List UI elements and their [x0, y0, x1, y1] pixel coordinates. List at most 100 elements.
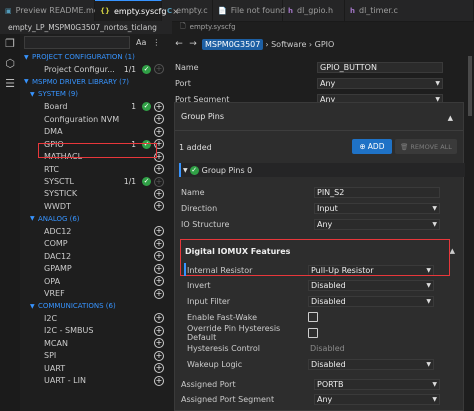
select-field[interactable]: Any ▼ — [314, 218, 440, 230]
select-field[interactable]: Disabled ▼ — [308, 295, 434, 307]
add-icon[interactable]: + — [154, 201, 164, 212]
add-icon[interactable]: + — [154, 226, 164, 237]
add-icon[interactable]: + — [154, 263, 164, 274]
tab-4[interactable]: h dl_gpio.h — [283, 0, 345, 21]
sidebar-item[interactable]: VREF + — [20, 288, 170, 300]
sidebar-item[interactable]: Project Configur... 1/1 ✓ + — [20, 63, 170, 75]
chevron-down-icon: ▼ — [426, 360, 431, 368]
explorer-icon[interactable]: ❐ — [4, 38, 16, 50]
add-icon[interactable]: + — [154, 188, 164, 199]
sidebar-category[interactable]: ▼ PROJECT CONFIGURATION (1) — [20, 51, 170, 63]
sidebar-item[interactable]: SPI + — [20, 350, 170, 362]
more-icon[interactable]: ⋮ — [152, 38, 160, 47]
field-row: Assigned Port Segment Any ▼ — [175, 392, 474, 406]
chevron-down-icon: ▼ — [426, 297, 431, 305]
add-icon[interactable]: + — [154, 64, 164, 75]
group-pin-instance[interactable]: ▼ ✓ Group Pins 0 — [179, 163, 465, 177]
project-path: empty_LP_MSPM0G3507_nortos_ticlang — [0, 21, 172, 34]
select-field[interactable]: Disabled ▼ — [308, 280, 434, 292]
sidebar-item-label: GPAMP — [44, 264, 72, 274]
chevron-down-icon[interactable]: ▼ — [30, 91, 38, 98]
add-icon[interactable]: + — [154, 325, 164, 336]
sidebar-item[interactable]: SYSCTL 1/1 ✓ + — [20, 176, 170, 188]
checkbox[interactable] — [308, 312, 318, 323]
field-value: Any — [320, 78, 336, 88]
hardware-icon[interactable]: ⬡ — [4, 58, 16, 70]
select-field[interactable]: Input ▼ — [314, 202, 440, 214]
sidebar-item[interactable]: COMP + — [20, 238, 170, 250]
add-icon[interactable]: + — [154, 101, 164, 112]
sidebar-item[interactable]: WWDT + — [20, 200, 170, 212]
add-icon[interactable]: + — [154, 313, 164, 324]
filter-input[interactable] — [24, 36, 130, 49]
list-icon[interactable]: ☰ — [4, 78, 16, 90]
select-field[interactable]: Disabled ▼ — [308, 358, 434, 370]
sidebar-item[interactable]: UART + — [20, 362, 170, 374]
field-row: Enable Fast-Wake — [175, 310, 474, 324]
sidebar-item[interactable]: ADC12 + — [20, 225, 170, 237]
select-field[interactable]: PORTB ▼ — [314, 378, 440, 390]
add-icon[interactable]: + — [154, 126, 164, 137]
tab-5[interactable]: h dl_timer.c — [345, 0, 474, 21]
add-icon[interactable]: + — [154, 375, 164, 386]
add-icon[interactable]: + — [154, 164, 164, 175]
add-icon[interactable]: + — [154, 338, 164, 349]
text-field[interactable]: GPIO_BUTTON — [317, 61, 443, 73]
sidebar-item[interactable]: I2C - SMBUS + — [20, 325, 170, 337]
add-icon[interactable]: + — [154, 350, 164, 361]
tab-3[interactable]: 📄 File not found — [213, 0, 285, 21]
sidebar-item[interactable]: Board 1 ✓ + — [20, 101, 170, 113]
sidebar-item[interactable]: SYSTICK + — [20, 188, 170, 200]
sidebar-category[interactable]: ▼ COMMUNICATIONS (6) — [20, 300, 170, 312]
sidebar-category[interactable]: ▼ ANALOG (6) — [20, 213, 170, 225]
collapse-icon[interactable]: ▲ — [450, 247, 455, 255]
sidebar-category[interactable]: ▼ MSPM0 DRIVER LIBRARY (7) — [20, 76, 170, 88]
field-label: Input Filter — [187, 296, 231, 306]
chevron-down-icon[interactable]: ▼ — [30, 215, 38, 222]
sidebar-item[interactable]: Configuration NVM + — [20, 113, 170, 125]
text-field[interactable]: PIN_S2 — [314, 186, 440, 198]
group-pin-caret[interactable]: ▼ — [183, 167, 188, 174]
chevron-down-icon[interactable]: ▼ — [30, 303, 38, 310]
collapse-icon[interactable]: ▲ — [448, 114, 453, 122]
forward-arrow-icon[interactable]: → — [186, 39, 200, 49]
checkbox[interactable] — [308, 327, 318, 338]
field-row: IO Structure Any ▼ — [175, 217, 474, 231]
add-button[interactable]: ⊕ ADD — [352, 139, 392, 154]
field-row: Name GPIO_BUTTON — [172, 60, 474, 74]
sidebar-item[interactable]: DMA + — [20, 126, 170, 138]
add-icon[interactable]: + — [154, 114, 164, 125]
group-pins-header[interactable]: Group Pins — [175, 103, 463, 131]
add-icon[interactable]: + — [154, 176, 164, 187]
sidebar-item[interactable]: UART - LIN + — [20, 375, 170, 387]
breadcrumb-file[interactable]: empty.syscfg — [190, 23, 236, 31]
select-field[interactable]: Any ▼ — [314, 393, 440, 405]
add-icon[interactable]: + — [154, 363, 164, 374]
tab-2[interactable]: Cempty.c — [162, 0, 213, 21]
tab-0[interactable]: ▣ Preview README.md — [0, 0, 99, 21]
sidebar-item[interactable]: RTC + — [20, 163, 170, 175]
device-link[interactable]: MSPM0G3507 — [202, 38, 264, 50]
scrollbar[interactable] — [468, 56, 472, 116]
sidebar-item[interactable]: DAC12 + — [20, 250, 170, 262]
check-icon: ✓ — [142, 64, 151, 74]
selected-row-indicator — [184, 263, 186, 276]
chevron-down-icon[interactable]: ▼ — [24, 54, 32, 61]
add-icon[interactable]: + — [154, 251, 164, 262]
add-icon[interactable]: + — [154, 288, 164, 299]
remove-all-button[interactable]: 🗑 REMOVE ALL — [395, 139, 457, 154]
sidebar-item[interactable]: MCAN + — [20, 337, 170, 349]
sidebar-category[interactable]: ▼ SYSTEM (9) — [20, 88, 170, 100]
match-case-button[interactable]: Aa — [136, 38, 146, 47]
sidebar-item[interactable]: I2C + — [20, 312, 170, 324]
chevron-down-icon[interactable]: ▼ — [24, 78, 32, 85]
sidebar-item[interactable]: GPAMP + — [20, 263, 170, 275]
back-arrow-icon[interactable]: ← — [172, 39, 186, 49]
sidebar-item-label: RTC — [44, 164, 59, 174]
tab-1[interactable]: {} empty.syscfg × — [95, 0, 179, 21]
breadcrumb[interactable]: 🗋 empty.syscfg — [176, 21, 474, 33]
select-field[interactable]: Any ▼ — [317, 77, 443, 89]
sidebar-item[interactable]: OPA + — [20, 275, 170, 287]
add-icon[interactable]: + — [154, 276, 164, 287]
add-icon[interactable]: + — [154, 238, 164, 249]
